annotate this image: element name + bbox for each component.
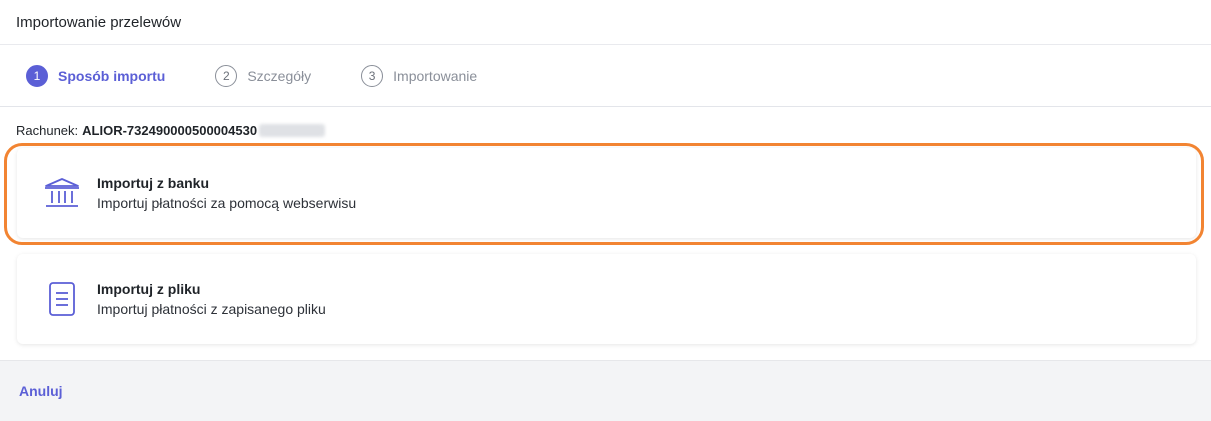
footer: Anuluj [0, 360, 1211, 421]
bank-icon [43, 174, 81, 212]
option-text: Importuj z banku Importuj płatności za p… [97, 175, 356, 211]
step-importing[interactable]: 3 Importowanie [361, 64, 478, 87]
option-description: Importuj płatności z zapisanego pliku [97, 301, 326, 317]
masked-account-suffix [259, 123, 326, 137]
page-title: Importowanie przelewów [16, 13, 182, 31]
step-label: Importowanie [393, 67, 478, 84]
import-from-file-option[interactable]: Importuj z pliku Importuj płatności z za… [17, 254, 1196, 344]
account-info: Rachunek: ALIOR-732490000500004530 [16, 122, 1195, 138]
step-label: Szczegóły [247, 67, 312, 84]
option-title: Importuj z banku [97, 175, 209, 191]
option-title: Importuj z pliku [97, 281, 201, 297]
account-label: Rachunek: [16, 122, 79, 138]
step-number: 2 [215, 64, 238, 87]
step-number: 1 [26, 64, 48, 87]
stepper: 1 Sposób importu 2 Szczegóły 3 Importowa… [0, 45, 1211, 107]
page-header: Importowanie przelewów [0, 0, 1211, 45]
step-details[interactable]: 2 Szczegóły [215, 64, 312, 87]
step-number: 3 [361, 64, 384, 87]
document-icon [43, 280, 81, 318]
account-number: ALIOR-732490000500004530 [82, 122, 258, 138]
import-from-bank-option[interactable]: Importuj z banku Importuj płatności za p… [17, 148, 1196, 238]
option-text: Importuj z pliku Importuj płatności z za… [97, 281, 326, 317]
cancel-button[interactable]: Anuluj [19, 383, 63, 399]
step-label: Sposób importu [58, 67, 166, 84]
step-method[interactable]: 1 Sposób importu [26, 64, 166, 87]
option-description: Importuj płatności za pomocą webserwisu [97, 195, 357, 211]
